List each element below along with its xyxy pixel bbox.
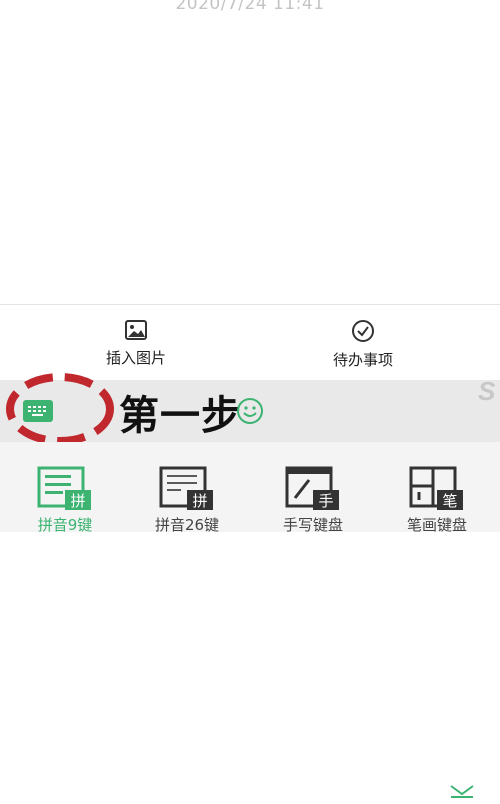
- note-actions-bar: 插入图片 待办事项: [0, 304, 500, 381]
- layout-pinyin26-label: 拼音26键: [154, 516, 220, 534]
- insert-image-label: 插入图片: [105, 349, 166, 367]
- layout-stroke[interactable]: 笔 笔画键盘: [382, 466, 492, 535]
- handwriting-keyboard-icon: 手: [285, 466, 339, 510]
- image-icon: [125, 320, 147, 340]
- step-annotation: 第一步: [119, 392, 242, 439]
- smiley-icon[interactable]: [236, 397, 264, 425]
- pinyin9-keyboard-icon: 拼: [37, 466, 91, 510]
- layout-stroke-label: 笔画键盘: [406, 516, 467, 534]
- layout-handwriting[interactable]: 手 手写键盘: [258, 466, 368, 535]
- note-edit-area[interactable]: [0, 20, 500, 304]
- insert-image-button[interactable]: 插入图片: [76, 319, 196, 368]
- keyboard-layout-picker: 拼 拼音9键 拼 拼音26键 手 手写键盘 笔 笔画键盘: [0, 442, 500, 535]
- check-circle-icon: [352, 320, 374, 342]
- layout-handwriting-label: 手写键盘: [282, 516, 343, 534]
- collapse-keyboard-button[interactable]: [449, 782, 475, 804]
- annotation-circle: [6, 373, 114, 445]
- stroke-badge: 笔: [442, 492, 457, 510]
- handwriting-badge: 手: [318, 492, 333, 510]
- pinyin26-keyboard-icon: 拼: [159, 466, 213, 510]
- todo-label: 待办事项: [332, 351, 393, 369]
- note-timestamp: 2020/7/24 11:41: [175, 0, 325, 14]
- chevron-down-icon: [450, 785, 474, 798]
- layout-pinyin26[interactable]: 拼 拼音26键: [132, 466, 242, 535]
- layout-pinyin9[interactable]: 拼 拼音9键: [10, 466, 120, 535]
- watermark-logo: S: [478, 376, 496, 402]
- stroke-keyboard-icon: 笔: [409, 466, 463, 510]
- todo-button[interactable]: 待办事项: [303, 319, 423, 370]
- layout-pinyin9-label: 拼音9键: [37, 516, 93, 534]
- pinyin26-badge: 拼: [192, 492, 207, 510]
- pinyin9-badge: 拼: [70, 492, 85, 510]
